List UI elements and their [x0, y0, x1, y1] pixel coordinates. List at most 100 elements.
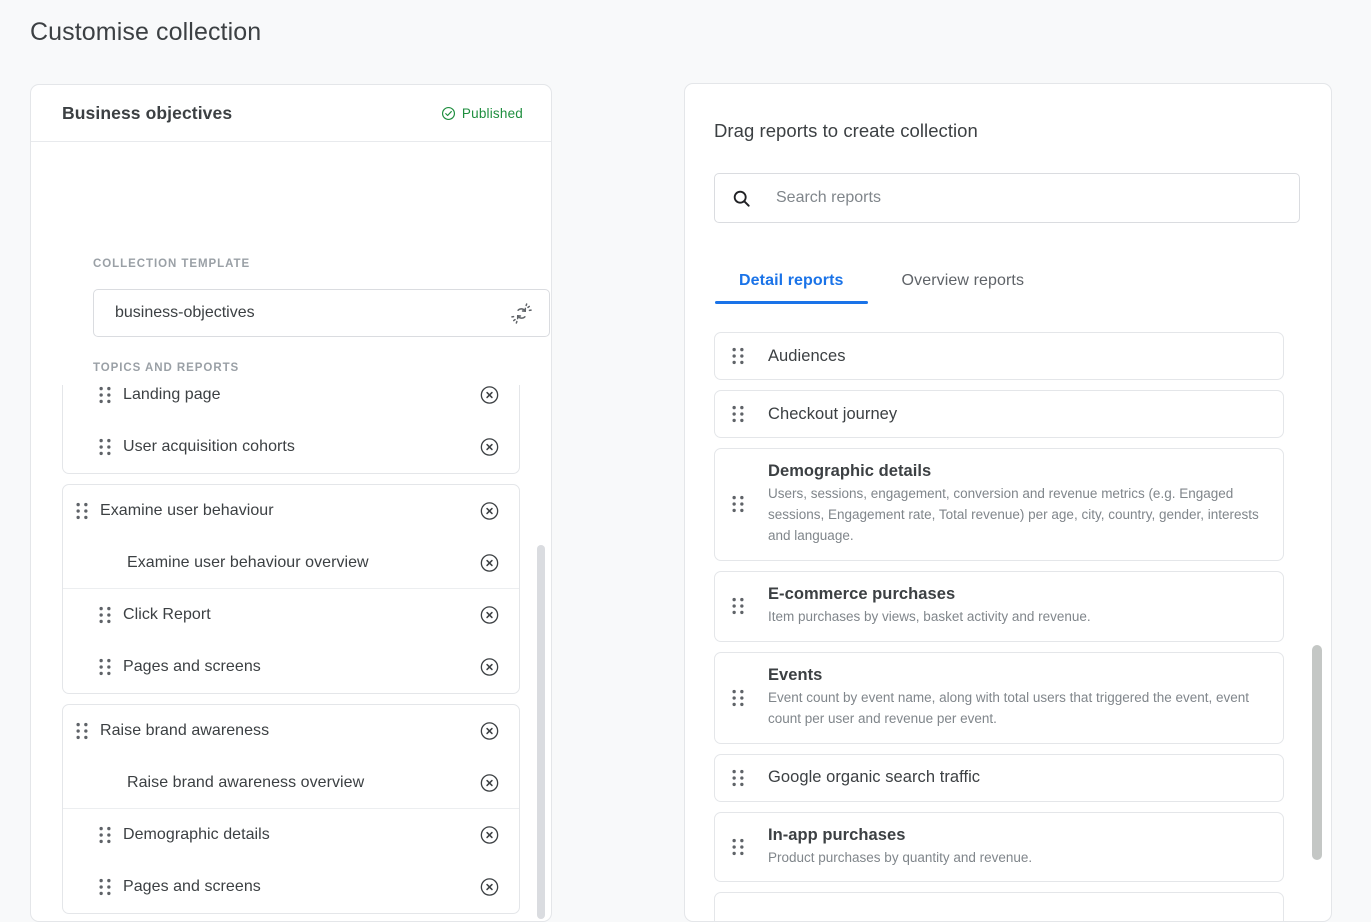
report-card-description: Event count by event name, along with to… — [768, 689, 1250, 726]
report-card[interactable]: In-app purchases Product purchases by qu… — [714, 811, 1284, 883]
report-card-partial[interactable] — [714, 892, 1284, 921]
report-row[interactable]: User acquisition cohorts — [63, 421, 519, 473]
report-card[interactable]: Events Event count by event name, along … — [714, 651, 1284, 744]
status-badge-label: Published — [461, 105, 523, 121]
status-badge: Published — [441, 106, 523, 121]
collection-template-label: COLLECTION TEMPLATE — [93, 258, 251, 270]
drag-handle-icon[interactable] — [731, 689, 745, 707]
topics-list: Landing page User acquisition cohorts Ex… — [31, 385, 551, 921]
right-panel-scrollbar[interactable] — [1312, 645, 1322, 860]
report-row-label: Landing page — [123, 386, 221, 403]
drag-handle-icon[interactable] — [731, 405, 745, 423]
report-row[interactable]: Pages and screens — [63, 861, 519, 913]
collection-template-value: business-objectives — [115, 304, 255, 321]
search-icon — [733, 190, 750, 207]
report-row[interactable]: Demographic details — [63, 809, 519, 861]
report-card-title: Checkout journey — [768, 404, 898, 423]
report-card-body: Events Event count by event name, along … — [768, 666, 1265, 730]
reports-library-panel: Drag reports to create collection Detail… — [684, 83, 1332, 922]
customise-collection-page: Customise collection Business objectives… — [0, 0, 1371, 922]
page-title: Customise collection — [30, 18, 262, 46]
search-input[interactable] — [774, 188, 1254, 208]
report-card-title: Audiences — [768, 346, 846, 365]
drag-handle-icon[interactable] — [98, 826, 112, 844]
report-row-label: User acquisition cohorts — [123, 438, 295, 455]
report-card-description: Users, sessions, engagement, conversion … — [768, 486, 1259, 543]
drag-handle-icon[interactable] — [75, 502, 89, 520]
report-row-label: Pages and screens — [123, 878, 261, 895]
collection-template-field[interactable]: business-objectives — [93, 289, 550, 337]
drag-handle-icon[interactable] — [75, 722, 89, 740]
remove-icon[interactable] — [479, 657, 500, 678]
remove-icon[interactable] — [479, 385, 500, 406]
report-card-body: Demographic details Users, sessions, eng… — [768, 462, 1265, 547]
drag-handle-icon[interactable] — [98, 606, 112, 624]
remove-icon[interactable] — [479, 605, 500, 626]
report-card-title: In-app purchases — [768, 825, 906, 844]
report-card-title: Events — [768, 665, 823, 684]
drag-reports-heading: Drag reports to create collection — [714, 120, 978, 141]
report-card-title: E-commerce purchases — [768, 584, 956, 603]
report-row[interactable]: Click Report — [63, 589, 519, 641]
left-panel-scrollbar[interactable] — [537, 545, 545, 919]
drag-handle-icon[interactable] — [731, 347, 745, 365]
overview-row[interactable]: Raise brand awareness overview — [63, 757, 519, 809]
overview-row-label: Raise brand awareness overview — [127, 773, 365, 791]
topics-scroll-region[interactable]: Landing page User acquisition cohorts Ex… — [31, 385, 551, 921]
report-type-tabs: Detail reports Overview reports — [715, 264, 1048, 304]
report-card-description: Item purchases by views, basket activity… — [768, 608, 1091, 624]
remove-icon[interactable] — [479, 721, 500, 742]
topic-row[interactable]: Examine user behaviour — [63, 485, 519, 537]
overview-row[interactable]: Examine user behaviour overview — [63, 537, 519, 589]
drag-handle-icon[interactable] — [731, 769, 745, 787]
drag-handle-icon[interactable] — [731, 597, 745, 615]
overview-row-label: Examine user behaviour overview — [127, 553, 369, 571]
drag-handle-icon[interactable] — [731, 838, 745, 856]
topic-row[interactable]: Raise brand awareness — [63, 705, 519, 757]
remove-icon[interactable] — [479, 552, 500, 573]
reports-list: Audiences Checkout journey Demographic d… — [685, 332, 1331, 921]
drag-handle-icon[interactable] — [98, 658, 112, 676]
report-card-body: Checkout journey — [768, 405, 897, 424]
remove-icon[interactable] — [479, 501, 500, 522]
report-card-body: Google organic search traffic — [768, 768, 980, 787]
report-card-description: Product purchases by quantity and revenu… — [768, 849, 1033, 865]
drag-handle-icon[interactable] — [731, 495, 745, 513]
remove-icon[interactable] — [479, 825, 500, 846]
report-card[interactable]: E-commerce purchases Item purchases by v… — [714, 570, 1284, 642]
left-panel-header: Business objectives Published — [31, 85, 551, 142]
collection-name: Business objectives — [62, 102, 233, 123]
report-card[interactable]: Checkout journey — [714, 390, 1284, 438]
check-circle-icon — [441, 106, 455, 120]
remove-icon[interactable] — [479, 772, 500, 793]
topic-group: Examine user behaviour Examine user beha… — [62, 484, 520, 694]
report-card[interactable]: Audiences — [714, 332, 1284, 380]
topic-row-label: Examine user behaviour — [100, 502, 274, 519]
reports-scroll-region[interactable]: Audiences Checkout journey Demographic d… — [685, 332, 1331, 921]
report-row-label: Demographic details — [123, 826, 270, 843]
tab-overview-reports[interactable]: Overview reports — [878, 264, 1049, 304]
spinner-refresh-icon[interactable] — [511, 302, 532, 324]
drag-handle-icon[interactable] — [98, 386, 112, 404]
topic-group: Landing page User acquisition cohorts — [62, 385, 520, 474]
remove-icon[interactable] — [479, 437, 500, 458]
report-row-label: Click Report — [123, 606, 211, 623]
report-card[interactable]: Demographic details Users, sessions, eng… — [714, 448, 1284, 561]
report-card-body: Audiences — [768, 347, 846, 366]
report-card-title: Google organic search traffic — [768, 768, 981, 787]
topic-group: Raise brand awareness Raise brand awaren… — [62, 704, 520, 914]
report-card-title: Demographic details — [768, 462, 932, 480]
drag-handle-icon[interactable] — [98, 878, 112, 896]
topic-row-label: Raise brand awareness — [100, 722, 270, 739]
report-card-body: E-commerce purchases Item purchases by v… — [768, 585, 1091, 628]
tab-detail-reports[interactable]: Detail reports — [715, 264, 868, 304]
report-row-label: Pages and screens — [123, 658, 261, 675]
report-row[interactable]: Pages and screens — [63, 641, 519, 693]
search-reports-box[interactable] — [714, 173, 1300, 223]
drag-handle-icon[interactable] — [98, 438, 112, 456]
remove-icon[interactable] — [479, 877, 500, 898]
report-row[interactable]: Landing page — [63, 385, 519, 421]
business-objectives-panel: Business objectives Published COLLECTION… — [30, 84, 552, 922]
report-card-body: In-app purchases Product purchases by qu… — [768, 826, 1032, 869]
report-card[interactable]: Google organic search traffic — [714, 753, 1284, 802]
